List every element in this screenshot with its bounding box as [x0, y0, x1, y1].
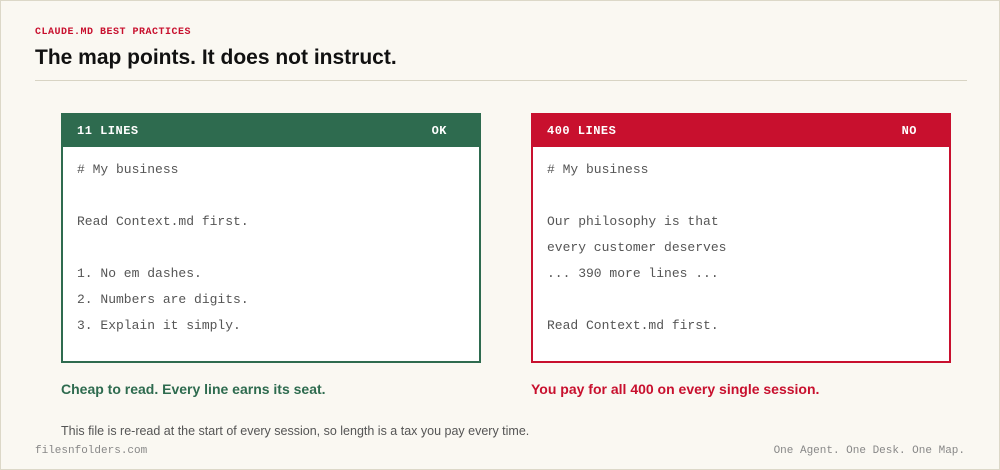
- good-example-panel: 11 LINES OK # My business Read Context.m…: [61, 113, 481, 363]
- good-panel-verdict: OK: [431, 124, 447, 138]
- explanation-note: This file is re-read at the start of eve…: [61, 424, 530, 438]
- good-panel-body: # My business Read Context.md first. 1. …: [63, 147, 479, 349]
- eyebrow: CLAUDE.MD BEST PRACTICES: [35, 27, 192, 38]
- code-line: Read Context.md first.: [77, 214, 249, 229]
- code-line: # My business: [547, 162, 649, 177]
- bad-panel-verdict: NO: [901, 124, 917, 138]
- bad-panel-label: 400 LINES: [547, 124, 617, 138]
- code-line: ... 390 more lines ...: [547, 266, 719, 281]
- code-line: 2. Numbers are digits.: [77, 292, 249, 307]
- code-line: Read Context.md first.: [547, 318, 719, 333]
- code-line: 1. No em dashes.: [77, 266, 202, 281]
- good-panel-label: 11 LINES: [77, 124, 139, 138]
- bad-example-panel: 400 LINES NO # My business Our philosoph…: [531, 113, 951, 363]
- footer-site: filesnfolders.com: [35, 445, 148, 457]
- footer-tagline: One Agent. One Desk. One Map.: [773, 445, 965, 457]
- good-caption: Cheap to read. Every line earns its seat…: [61, 381, 326, 397]
- bad-panel-body: # My business Our philosophy is that eve…: [533, 147, 949, 349]
- bad-panel-header: 400 LINES NO: [533, 115, 949, 147]
- code-line: Our philosophy is that: [547, 214, 719, 229]
- page-title: The map points. It does not instruct.: [35, 46, 397, 69]
- bad-caption: You pay for all 400 on every single sess…: [531, 381, 820, 397]
- good-panel-header: 11 LINES OK: [63, 115, 479, 147]
- code-line: # My business: [77, 162, 179, 177]
- code-line: every customer deserves: [547, 240, 727, 255]
- divider: [35, 80, 967, 81]
- code-line: 3. Explain it simply.: [77, 318, 241, 333]
